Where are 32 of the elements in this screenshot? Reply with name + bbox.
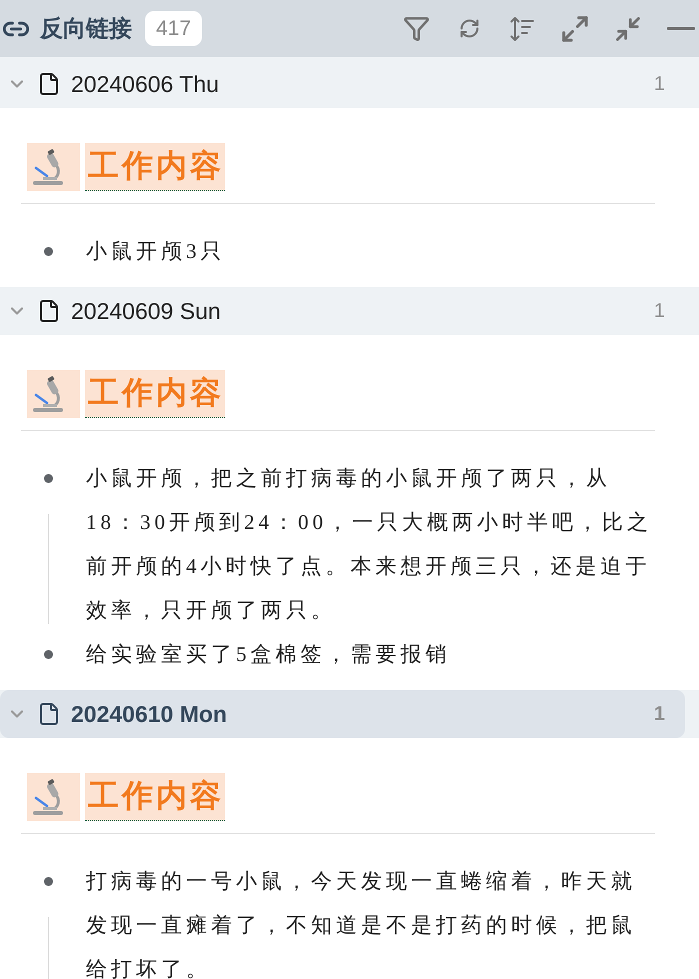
group-title: 20240609 Sun <box>71 298 221 324</box>
section-heading: 工作内容 <box>85 773 225 821</box>
count-badge: 417 <box>145 11 202 46</box>
document-icon <box>37 702 61 726</box>
expand-icon <box>560 14 590 44</box>
filter-icon <box>402 15 430 42</box>
document-icon <box>37 72 61 96</box>
microscope-icon <box>27 143 80 191</box>
list-item-text: 给实验室买了5盒棉签，需要报销 <box>86 641 452 668</box>
panel-title: 反向链接 <box>40 14 132 43</box>
group-header[interactable]: 20240610 Mon 1 <box>0 690 685 738</box>
collapse-icon <box>614 14 642 42</box>
refresh-icon <box>458 18 480 39</box>
section-heading: 工作内容 <box>85 370 225 418</box>
group-count: 1 <box>654 702 665 726</box>
microscope-icon <box>27 773 80 821</box>
section-heading: 工作内容 <box>85 143 225 191</box>
group-count: 1 <box>654 300 665 322</box>
bullet-icon <box>44 474 53 483</box>
sort-icon <box>510 16 534 42</box>
list-item-text: 小鼠开颅3只 <box>86 238 226 265</box>
microscope-icon <box>27 370 80 418</box>
group-count: 1 <box>654 72 665 96</box>
document-icon <box>37 299 61 323</box>
group-title: 20240610 Mon <box>71 700 227 728</box>
bullet-icon <box>44 650 53 659</box>
list-item-text: 打病毒的一号小鼠，今天发现一直蜷缩着，昨天就发现一直瘫着了，不知道是不是打药的时候，把鼠给打坏了。 <box>86 868 637 979</box>
minus-icon <box>667 27 695 30</box>
bullet-icon <box>44 877 53 886</box>
bullet-icon <box>44 247 53 256</box>
list-item-text: 小鼠开颅，把之前打病毒的小鼠开颅了两只，从18：30开颅到24：00，一只大概两小时半吧，比之前开颅的4小时快了点。本来想开颅三只，还是迫于效率，只开颅了两只。 <box>86 465 653 624</box>
group-title: 20240606 Thu <box>71 70 219 98</box>
